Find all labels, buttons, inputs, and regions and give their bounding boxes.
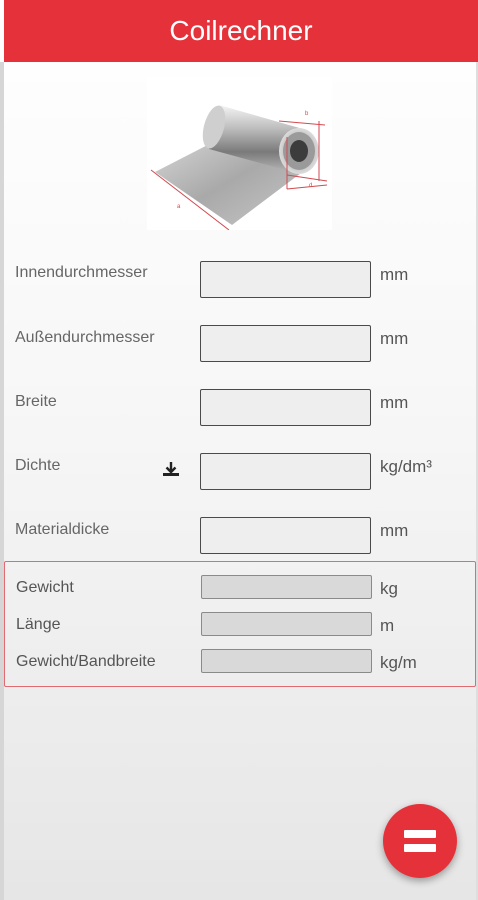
download-icon[interactable] xyxy=(162,460,180,478)
innendurchmesser-input[interactable] xyxy=(200,261,371,298)
unit-aussendurchmesser: mm xyxy=(380,329,409,348)
coil-diagram: a b d xyxy=(147,77,332,231)
calculate-button[interactable] xyxy=(383,804,457,878)
coil-label-d: d xyxy=(309,183,312,189)
label-materialdicke: Materialdicke xyxy=(15,521,110,538)
unit-laenge: m xyxy=(380,616,395,635)
dichte-input[interactable] xyxy=(200,453,371,490)
app-header: Coilrechner xyxy=(4,0,478,62)
unit-gewicht-bandbreite: kg/m xyxy=(380,653,417,672)
label-laenge: Länge xyxy=(16,616,61,633)
materialdicke-input[interactable] xyxy=(200,517,371,554)
label-gewicht-bandbreite: Gewicht/Bandbreite xyxy=(16,653,156,670)
label-gewicht: Gewicht xyxy=(16,579,74,596)
aussendurchmesser-input[interactable] xyxy=(200,325,371,362)
equals-icon xyxy=(404,830,436,852)
label-dichte: Dichte xyxy=(15,457,61,474)
unit-breite: mm xyxy=(380,393,409,412)
coil-label-a: a xyxy=(177,204,181,210)
coil-label-b: b xyxy=(305,111,309,117)
label-breite: Breite xyxy=(15,393,57,410)
label-innendurchmesser: Innendurchmesser xyxy=(15,264,148,281)
unit-dichte: kg/dm³ xyxy=(380,457,432,476)
breite-input[interactable] xyxy=(200,389,371,426)
laenge-output xyxy=(201,612,372,636)
unit-innendurchmesser: mm xyxy=(380,265,409,284)
gewicht-output xyxy=(201,575,372,599)
results-panel: Gewicht kg Länge m Gewicht/Bandbreite kg… xyxy=(4,561,476,687)
label-aussendurchmesser: Außendurchmesser xyxy=(15,329,155,346)
unit-gewicht: kg xyxy=(380,579,398,598)
gewicht-bandbreite-output xyxy=(201,649,372,673)
app-title: Coilrechner xyxy=(169,15,313,46)
unit-materialdicke: mm xyxy=(380,521,409,540)
frame-left xyxy=(0,62,4,900)
